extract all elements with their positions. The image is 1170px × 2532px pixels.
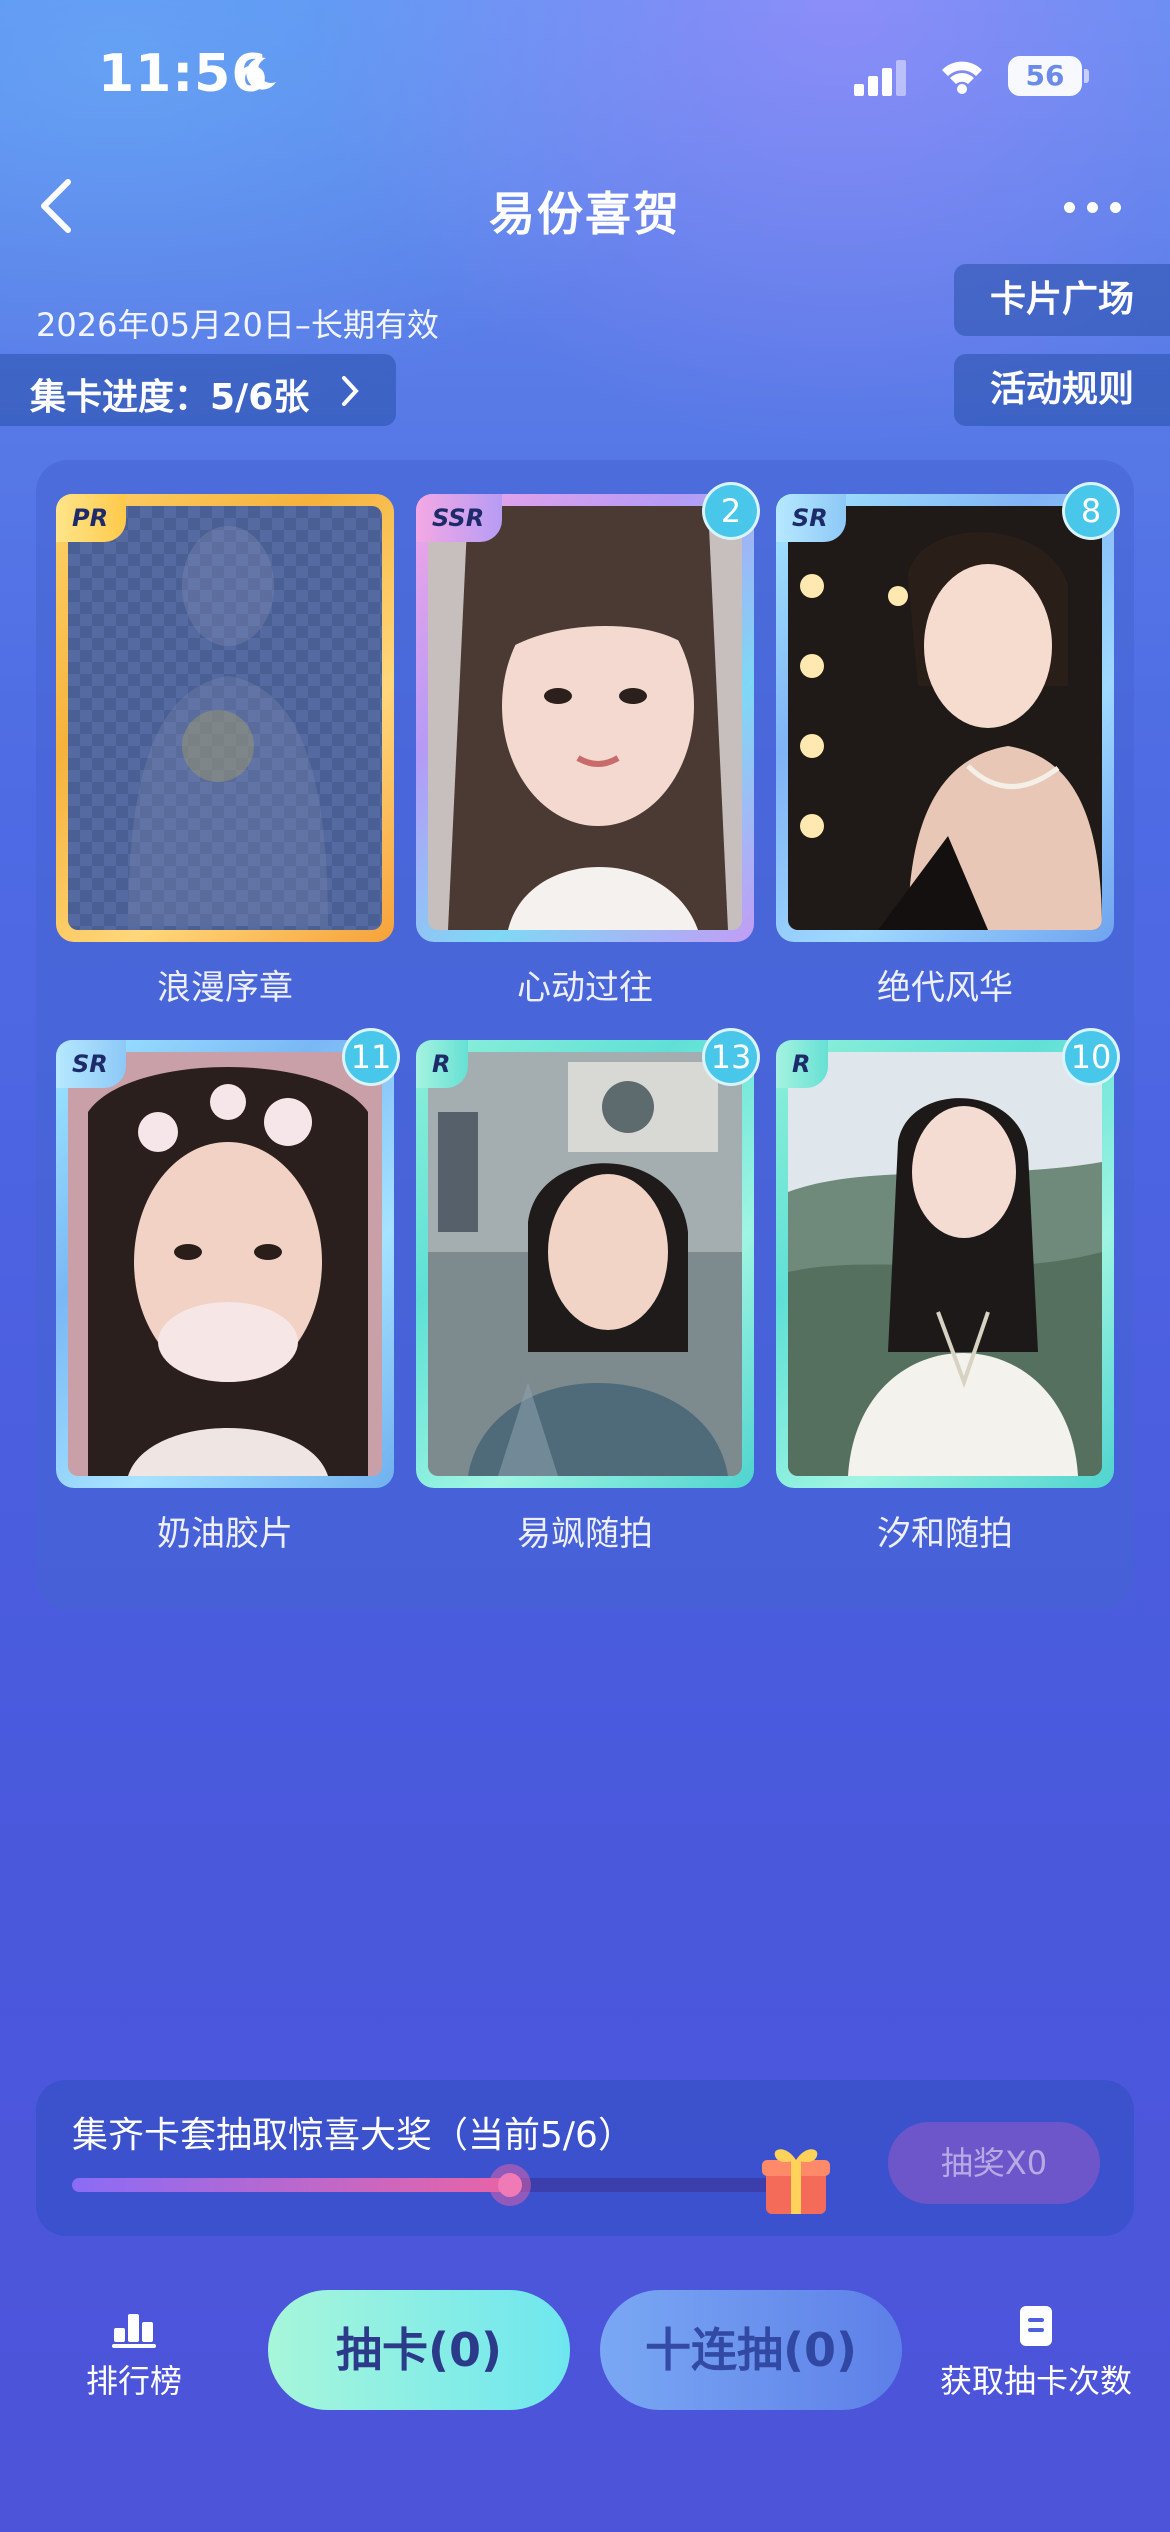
get-draw-chances-label: 获取抽卡次数 <box>939 2362 1132 2400</box>
battery-indicator: 56 <box>1008 56 1089 96</box>
draw-card-button[interactable]: 抽卡(0) <box>268 2290 570 2410</box>
card-item[interactable]: R 13 <box>416 1028 760 1488</box>
card-name: 易飒随拍 <box>517 1514 653 1554</box>
card-image-locked <box>68 506 382 930</box>
moon-icon <box>246 57 276 90</box>
grand-prize-panel: 集齐卡套抽取惊喜大奖（当前5/6） 抽奖X0 <box>36 2080 1134 2236</box>
card-count-badge: 2 <box>702 482 760 540</box>
card-count-badge: 10 <box>1062 1028 1120 1086</box>
grand-prize-title: 集齐卡套抽取惊喜大奖（当前5/6） <box>72 2115 634 2156</box>
card-item[interactable]: PR <box>56 494 394 942</box>
card-image <box>428 506 742 930</box>
status-bar: 11:56 56 <box>0 0 1170 150</box>
rarity-badge: SSR <box>416 494 503 542</box>
collection-progress-chip[interactable]: 集卡进度：5/6张 <box>0 354 396 426</box>
card-item[interactable]: R 10 <box>776 1028 1120 1488</box>
card-name: 奶油胶片 <box>157 1514 293 1554</box>
progress-knob <box>488 2164 531 2206</box>
card-name: 心动过往 <box>517 968 653 1008</box>
card-image <box>788 1052 1102 1476</box>
card-image <box>68 1052 382 1476</box>
more-options-icon[interactable] <box>1058 186 1128 226</box>
event-date-range: 2026年05月20日–长期有效 <box>36 306 439 344</box>
cellular-signal-icon <box>854 60 906 96</box>
card-name: 汐和随拍 <box>877 1514 1013 1554</box>
card-item[interactable]: SSR 2 <box>416 482 760 942</box>
card-item[interactable]: SR 8 <box>776 482 1120 942</box>
wifi-icon <box>942 61 982 94</box>
grand-prize-progress-track <box>72 2164 792 2206</box>
chevron-right-icon <box>342 376 359 406</box>
leaderboard-icon <box>112 2314 156 2348</box>
leaderboard-tab[interactable]: 排行榜 <box>64 2306 204 2402</box>
get-draw-chances-tab[interactable]: 获取抽卡次数 <box>926 2306 1146 2402</box>
card-count-badge: 11 <box>342 1028 400 1086</box>
rarity-badge: SR <box>56 1040 126 1088</box>
card-item[interactable]: SR 11 <box>56 1028 400 1488</box>
card-plaza-button[interactable]: 卡片广场 <box>954 264 1170 336</box>
page-title: 易份喜贺 <box>489 187 681 241</box>
activity-rules-button[interactable]: 活动规则 <box>954 354 1170 426</box>
card-image <box>788 506 1102 930</box>
rarity-badge: R <box>776 1040 829 1088</box>
task-list-icon <box>1020 2306 1052 2346</box>
card-name: 浪漫序章 <box>157 968 293 1008</box>
collection-progress-label: 集卡进度：5/6张 <box>30 377 310 418</box>
battery-level: 56 <box>1025 59 1065 92</box>
card-count-badge: 8 <box>1062 482 1120 540</box>
gift-icon <box>762 2149 830 2214</box>
draw-ten-button[interactable]: 十连抽(0) <box>600 2290 902 2410</box>
draw-prize-button[interactable]: 抽奖X0 <box>888 2122 1100 2204</box>
leaderboard-label: 排行榜 <box>85 2362 182 2400</box>
rarity-badge: PR <box>56 494 127 542</box>
card-name: 绝代风华 <box>877 968 1013 1008</box>
rarity-badge: SR <box>776 494 846 542</box>
rarity-badge: R <box>416 1040 469 1088</box>
grand-prize-progress-fill <box>72 2178 510 2192</box>
card-collection-panel: PR 浪漫序章 SSR 2 心动过往 SR 8 绝代风华 SR 11 奶油胶片 … <box>36 460 1134 1610</box>
card-image <box>428 1052 742 1476</box>
card-count-badge: 13 <box>702 1028 760 1086</box>
